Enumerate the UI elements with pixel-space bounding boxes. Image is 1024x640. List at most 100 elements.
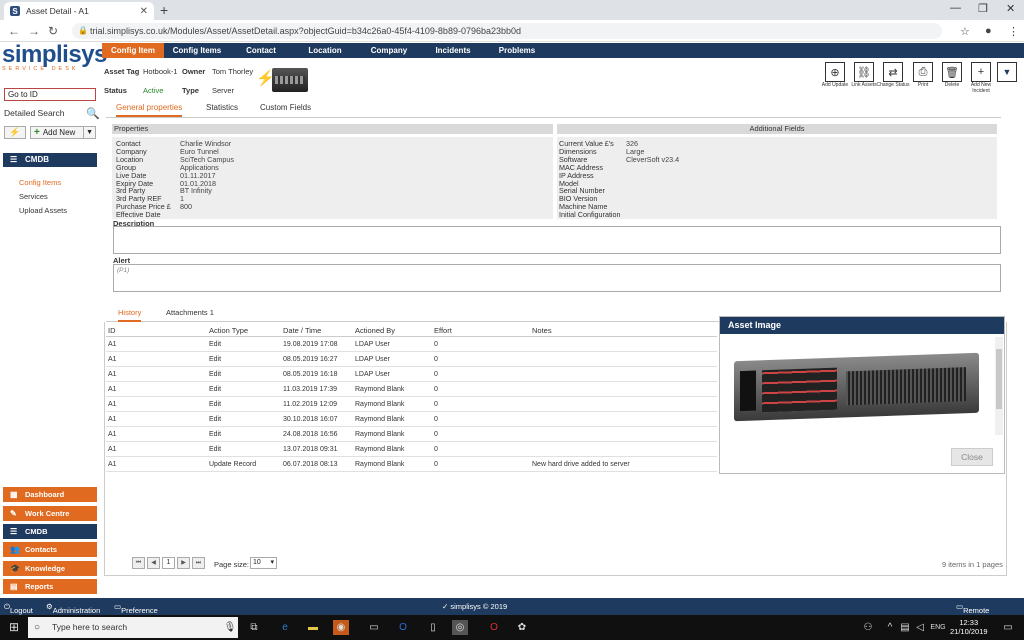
change-status-button[interactable]: ⇄ Change Status bbox=[876, 62, 910, 89]
search-icon[interactable]: 🔍 bbox=[86, 107, 100, 120]
table-row[interactable]: A1 Edit 30.10.2018 16:07 Raymond Blank 0 bbox=[106, 412, 717, 427]
more-actions-dropdown[interactable]: ▼ bbox=[997, 62, 1017, 82]
bookmark-star-icon[interactable]: ☆ bbox=[960, 25, 970, 38]
tab-statistics[interactable]: Statistics bbox=[206, 103, 238, 112]
nav-config-items[interactable]: Config Items bbox=[166, 43, 228, 58]
add-new-button[interactable]: + Add New ▼ bbox=[30, 126, 96, 139]
file-explorer-icon[interactable]: ▬ bbox=[305, 620, 321, 635]
windows-start-icon[interactable]: ⊞ bbox=[6, 620, 22, 635]
close-window-icon[interactable]: ✕ bbox=[1006, 2, 1015, 15]
chrome-icon[interactable]: ◎ bbox=[452, 620, 468, 635]
sidebar-reports[interactable]: ▤ Reports bbox=[3, 579, 97, 594]
window-icon[interactable]: ▭ bbox=[366, 620, 382, 635]
back-icon[interactable]: ← bbox=[8, 24, 20, 38]
url-field[interactable]: 🔒 trial.simplisys.co.uk/Modules/Asset/As… bbox=[72, 23, 942, 39]
minimize-icon[interactable]: — bbox=[950, 2, 961, 14]
app-icon[interactable]: ✿ bbox=[514, 620, 530, 635]
current-page[interactable]: 1 bbox=[162, 557, 175, 569]
language-indicator[interactable]: ENG bbox=[930, 620, 946, 635]
tab-history[interactable]: History bbox=[118, 308, 142, 322]
person-icon[interactable]: ⚇ bbox=[860, 620, 876, 635]
close-button[interactable]: Close bbox=[951, 448, 993, 466]
browser-menu-icon[interactable]: ⋮ bbox=[1008, 25, 1019, 38]
nav-config-item[interactable]: Config Item bbox=[102, 43, 164, 58]
goto-id-input[interactable]: Go to ID bbox=[4, 88, 96, 101]
taskbar-clock[interactable]: 12:33 21/10/2019 bbox=[950, 618, 988, 636]
profile-icon[interactable]: ● bbox=[985, 25, 992, 37]
detailed-search-link[interactable]: Detailed Search bbox=[4, 108, 64, 118]
alert-textarea[interactable]: (P1) bbox=[113, 264, 1001, 292]
table-row[interactable]: A1 Update Record 06.07.2018 08:13 Raymond B… bbox=[106, 457, 717, 472]
sidebar-contacts[interactable]: 👥 Contacts bbox=[3, 542, 97, 557]
col-action-type[interactable]: Action Type bbox=[209, 326, 248, 335]
nav-contact[interactable]: Contact bbox=[230, 43, 292, 58]
administration-link[interactable]: ⚙ Administration bbox=[46, 602, 100, 615]
sidebar-work-centre[interactable]: ✎ Work Centre bbox=[3, 506, 97, 521]
prev-page-button[interactable]: ◀ bbox=[147, 557, 160, 569]
col-notes[interactable]: Notes bbox=[532, 326, 552, 335]
table-row[interactable]: A1 Edit 08.05.2019 16:18 LDAP User 0 bbox=[106, 367, 717, 382]
nav-location[interactable]: Location bbox=[294, 43, 356, 58]
volume-icon[interactable]: ◁ bbox=[912, 620, 928, 635]
chevron-up-icon[interactable]: ^ bbox=[882, 620, 898, 635]
task-view-icon[interactable]: ⧉ bbox=[246, 620, 262, 635]
quick-action-button[interactable]: ⚡ bbox=[4, 126, 26, 139]
add-update-button[interactable]: ⊕ Add Update bbox=[820, 62, 850, 89]
description-textarea[interactable] bbox=[113, 226, 1001, 254]
add-new-incident-button[interactable]: + Add New Incident bbox=[966, 62, 996, 94]
first-page-button[interactable]: ⏮ bbox=[132, 557, 145, 569]
next-page-button[interactable]: ▶ bbox=[177, 557, 190, 569]
page-size-select[interactable]: 10 ▾ bbox=[250, 557, 277, 569]
tab-general-properties[interactable]: General properties bbox=[116, 103, 183, 117]
chevron-down-icon[interactable]: ▼ bbox=[83, 127, 95, 138]
firefox-icon[interactable]: ◉ bbox=[333, 620, 349, 635]
table-row[interactable]: A1 Edit 11.02.2019 12:09 Raymond Blank 0 bbox=[106, 397, 717, 412]
sidebar-knowledge[interactable]: 🎓 Knowledge bbox=[3, 561, 97, 576]
microphone-icon[interactable]: 🎙 bbox=[222, 620, 238, 635]
sidebar-cmdb[interactable]: ☰ CMDB bbox=[3, 524, 97, 539]
last-page-button[interactable]: ⏭ bbox=[192, 557, 205, 569]
image-scrollbar[interactable] bbox=[995, 337, 1003, 435]
taskbar-search-input[interactable]: ○ Type here to search bbox=[28, 617, 238, 638]
close-tab-icon[interactable]: ✕ bbox=[140, 6, 148, 17]
logout-link[interactable]: ⏻ Logout bbox=[4, 602, 33, 615]
tab-attachments[interactable]: Attachments 1 bbox=[166, 308, 214, 317]
table-cell: 30.10.2018 16:07 bbox=[283, 416, 338, 423]
sidebar-item-services[interactable]: Services bbox=[19, 192, 48, 201]
table-cell: Raymond Blank bbox=[355, 401, 405, 408]
remote-control-link[interactable]: ▭ Remote Control bbox=[956, 602, 989, 624]
col-actioned-by[interactable]: Actioned By bbox=[355, 326, 395, 335]
sidebar-item-config-items[interactable]: Config Items bbox=[19, 178, 61, 187]
sidebar-dashboard[interactable]: ▦ Dashboard bbox=[3, 487, 97, 502]
nav-company[interactable]: Company bbox=[358, 43, 420, 58]
print-button[interactable]: ⎙ Print bbox=[908, 62, 938, 89]
forward-icon[interactable]: → bbox=[28, 24, 40, 38]
col-id[interactable]: ID bbox=[108, 326, 116, 335]
delete-button[interactable]: 🗑 Delete bbox=[937, 62, 967, 89]
notifications-icon[interactable]: ▭ bbox=[1000, 620, 1016, 635]
nav-problems[interactable]: Problems bbox=[486, 43, 548, 58]
sidebar-cmdb-header[interactable]: ☰ CMDB bbox=[3, 153, 97, 167]
edge-icon[interactable]: e bbox=[277, 620, 293, 635]
sidebar-item-upload-assets[interactable]: Upload Assets bbox=[19, 206, 67, 215]
table-row[interactable]: A1 Edit 13.07.2018 09:31 Raymond Blank 0 bbox=[106, 442, 717, 457]
document-icon[interactable]: ▯ bbox=[425, 620, 441, 635]
nav-incidents[interactable]: Incidents bbox=[422, 43, 484, 58]
simplisys-logo[interactable]: simplisys SERVICE DESK bbox=[2, 43, 107, 75]
col-date-time[interactable]: Date / Time bbox=[283, 326, 321, 335]
reload-icon[interactable]: ↻ bbox=[48, 24, 58, 38]
network-icon[interactable]: ▤ bbox=[897, 620, 913, 635]
restore-icon[interactable]: ❐ bbox=[978, 2, 988, 15]
browser-tab[interactable]: S Asset Detail - A1 ✕ bbox=[4, 2, 154, 20]
opera-icon[interactable]: O bbox=[486, 620, 502, 635]
link-assets-button[interactable]: ⛓ Link Assets bbox=[849, 62, 879, 89]
tab-custom-fields[interactable]: Custom Fields bbox=[260, 103, 311, 112]
outlook-icon[interactable]: O bbox=[395, 620, 411, 635]
table-row[interactable]: A1 Edit 08.05.2019 16:27 LDAP User 0 bbox=[106, 352, 717, 367]
table-row[interactable]: A1 Edit 24.08.2018 16:56 Raymond Blank 0 bbox=[106, 427, 717, 442]
preference-link[interactable]: ▭ Preference bbox=[114, 602, 158, 615]
table-row[interactable]: A1 Edit 11.03.2019 17:39 Raymond Blank 0 bbox=[106, 382, 717, 397]
col-effort[interactable]: Effort bbox=[434, 326, 452, 335]
new-tab-icon[interactable]: + bbox=[160, 2, 168, 18]
table-row[interactable]: A1 Edit 19.08.2019 17:08 LDAP User 0 bbox=[106, 337, 717, 352]
